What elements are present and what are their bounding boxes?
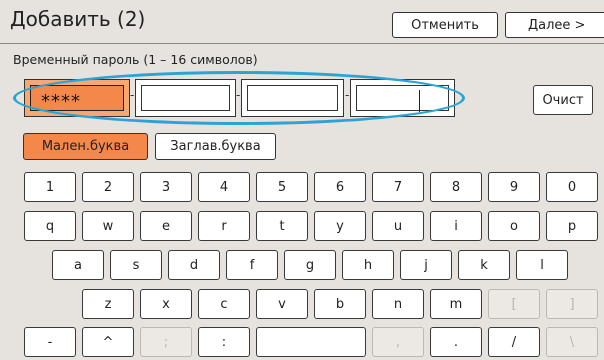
key-row2-1[interactable]: w xyxy=(82,211,134,241)
key-row2-8[interactable]: o xyxy=(488,211,540,241)
key-row1-3[interactable]: 4 xyxy=(198,172,250,202)
key-row2-9[interactable]: p xyxy=(546,211,598,241)
key-row4-4[interactable]: b xyxy=(314,289,366,319)
key-row2-4[interactable]: t xyxy=(256,211,308,241)
key-row3-1[interactable]: s xyxy=(110,250,162,280)
key-row1-1[interactable]: 2 xyxy=(82,172,134,202)
key-row4-3[interactable]: v xyxy=(256,289,308,319)
key-row4-1[interactable]: x xyxy=(140,289,192,319)
key-row4-7: [ xyxy=(488,289,540,319)
page-title: Добавить (2) xyxy=(10,7,146,31)
key-row3-0[interactable]: a xyxy=(52,250,104,280)
key-row1-5[interactable]: 6 xyxy=(314,172,366,202)
key-row5-2: ; xyxy=(140,327,192,357)
key-row2-6[interactable]: u xyxy=(372,211,424,241)
key-row3-4[interactable]: g xyxy=(284,250,336,280)
key-row5-3[interactable]: : xyxy=(198,327,250,357)
lowercase-mode-button[interactable]: Мален.буква xyxy=(23,133,148,160)
key-row1-9[interactable]: 0 xyxy=(546,172,598,202)
key-row3-8[interactable]: l xyxy=(516,250,568,280)
key-row5-0[interactable]: - xyxy=(24,327,76,357)
key-row2-7[interactable]: i xyxy=(430,211,482,241)
space-key[interactable] xyxy=(256,327,366,357)
key-row5-5: , xyxy=(372,327,424,357)
clear-button[interactable]: Очист xyxy=(533,85,593,115)
key-row5-1[interactable]: ^ xyxy=(82,327,134,357)
uppercase-mode-button[interactable]: Заглав.буква xyxy=(155,133,276,160)
key-row4-6[interactable]: m xyxy=(430,289,482,319)
key-row3-2[interactable]: d xyxy=(168,250,220,280)
key-row3-3[interactable]: f xyxy=(226,250,278,280)
key-row1-7[interactable]: 8 xyxy=(430,172,482,202)
password-label: Временный пароль (1 – 16 символов) xyxy=(13,52,258,67)
key-row3-5[interactable]: h xyxy=(342,250,394,280)
key-row1-6[interactable]: 7 xyxy=(372,172,424,202)
key-row5-8: \ xyxy=(546,327,598,357)
key-row1-0[interactable]: 1 xyxy=(24,172,76,202)
key-row3-7[interactable]: k xyxy=(458,250,510,280)
key-row2-3[interactable]: r xyxy=(198,211,250,241)
key-row1-2[interactable]: 3 xyxy=(140,172,192,202)
key-row1-4[interactable]: 5 xyxy=(256,172,308,202)
cancel-button[interactable]: Отменить xyxy=(392,12,498,38)
key-row4-0[interactable]: z xyxy=(82,289,134,319)
key-row5-7[interactable]: / xyxy=(488,327,540,357)
key-row2-5[interactable]: y xyxy=(314,211,366,241)
key-row4-8: ] xyxy=(546,289,598,319)
next-button[interactable]: Далее > xyxy=(505,12,604,38)
key-row4-2[interactable]: c xyxy=(198,289,250,319)
key-row5-6[interactable]: . xyxy=(430,327,482,357)
key-row4-5[interactable]: n xyxy=(372,289,424,319)
key-row2-0[interactable]: q xyxy=(24,211,76,241)
highlight-ellipse xyxy=(13,71,465,125)
key-row3-6[interactable]: j xyxy=(400,250,452,280)
key-row1-8[interactable]: 9 xyxy=(488,172,540,202)
key-row2-2[interactable]: e xyxy=(140,211,192,241)
